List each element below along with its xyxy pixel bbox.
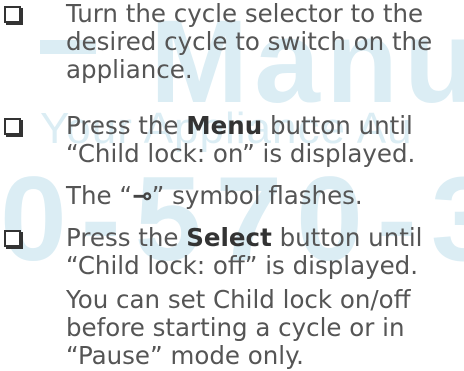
checkbox-icon bbox=[4, 230, 23, 249]
flash-note-pre: The “ bbox=[66, 181, 133, 210]
flash-note-post: ” symbol flashes. bbox=[151, 181, 363, 210]
step-2-pre: Press the bbox=[66, 111, 187, 140]
menu-button-label: Menu bbox=[186, 111, 263, 140]
select-button-label: Select bbox=[186, 223, 272, 252]
step-3-pre: Press the bbox=[66, 223, 187, 252]
step-3-text: Press the Select button until “Child loc… bbox=[66, 224, 461, 280]
key-icon: ⊸ bbox=[132, 181, 153, 210]
step-1-text: Turn the cycle selector to the desired c… bbox=[66, 0, 433, 84]
checkbox-icon bbox=[4, 118, 23, 137]
step-2-text: Press the Menu button until “Child lock:… bbox=[66, 112, 461, 168]
checkbox-icon bbox=[4, 6, 23, 25]
flash-note: The “⊸” symbol flashes. bbox=[66, 182, 461, 210]
pause-note: You can set Child lock on/off before sta… bbox=[66, 285, 411, 370]
